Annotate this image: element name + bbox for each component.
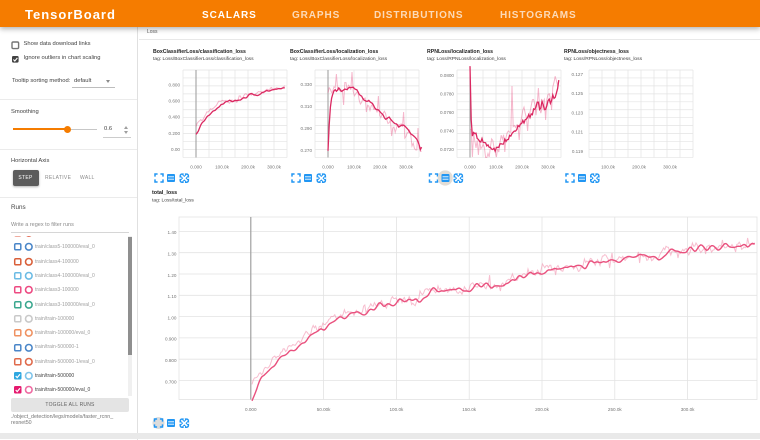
svg-text:0.900: 0.900 [165,337,177,342]
svg-text:0.119: 0.119 [572,149,584,154]
svg-text:0.000: 0.000 [464,165,476,170]
svg-text:300.0k: 300.0k [663,165,677,170]
svg-text:50.00k: 50.00k [317,407,331,412]
svg-text:100.0k: 100.0k [489,165,503,170]
svg-text:0.0720: 0.0720 [440,147,454,152]
svg-text:200.0k: 200.0k [241,165,255,170]
svg-text:0.00: 0.00 [171,147,180,152]
svg-text:0.600: 0.600 [169,99,181,104]
svg-text:100.0k: 100.0k [347,165,361,170]
svg-text:tag: Loss/RPNLoss/objectness_l: tag: Loss/RPNLoss/objectness_loss [564,56,643,62]
svg-text:0.0800: 0.0800 [440,73,454,78]
svg-text:0.123: 0.123 [572,110,584,115]
svg-text:tag: Loss/RPNLoss/localization: tag: Loss/RPNLoss/localization_loss [427,56,506,62]
svg-text:0.125: 0.125 [572,91,584,96]
svg-text:1.00: 1.00 [168,315,177,320]
svg-text:100.0k: 100.0k [215,165,229,170]
svg-text:0.800: 0.800 [165,358,177,363]
svg-text:300.0k: 300.0k [681,407,695,412]
svg-text:150.0k: 150.0k [462,407,476,412]
svg-text:tag: Loss/BoxClassifierLoss/lo: tag: Loss/BoxClassifierLoss/localization… [290,56,388,62]
svg-text:1.10: 1.10 [168,294,177,299]
svg-text:0.290: 0.290 [301,126,313,131]
svg-text:0.127: 0.127 [572,72,584,77]
svg-text:0.700: 0.700 [165,379,177,384]
svg-text:0.200: 0.200 [169,131,181,136]
svg-text:100.0k: 100.0k [601,165,615,170]
svg-text:tag: Loss/total_loss: tag: Loss/total_loss [152,198,194,204]
svg-text:0.400: 0.400 [169,115,181,120]
svg-text:0.800: 0.800 [169,82,181,87]
svg-text:BoxClassifierLoss/localization: BoxClassifierLoss/localization_loss [290,49,378,55]
svg-text:0.0740: 0.0740 [440,128,454,133]
svg-text:0.000: 0.000 [322,165,334,170]
svg-text:RPNLoss/localization_loss: RPNLoss/localization_loss [427,49,493,55]
svg-text:100.0k: 100.0k [390,407,404,412]
svg-text:300.0k: 300.0k [541,165,555,170]
svg-text:300.0k: 300.0k [399,165,413,170]
svg-text:1.40: 1.40 [168,230,177,235]
svg-text:0.000: 0.000 [190,165,202,170]
svg-text:tag: Loss/BoxClassifierLoss/cl: tag: Loss/BoxClassifierLoss/classificati… [153,56,254,62]
svg-text:Loss: Loss [147,29,158,35]
svg-text:200.0k: 200.0k [535,407,549,412]
svg-text:250.0k: 250.0k [608,407,622,412]
svg-text:300.0k: 300.0k [267,165,281,170]
svg-text:200.0k: 200.0k [373,165,387,170]
svg-text:200.0k: 200.0k [515,165,529,170]
svg-text:1.20: 1.20 [168,273,177,278]
svg-text:total_loss: total_loss [152,190,177,196]
svg-text:0.000: 0.000 [245,407,257,412]
svg-text:RPNLoss/objectness_loss: RPNLoss/objectness_loss [564,49,629,55]
svg-text:1.30: 1.30 [168,252,177,257]
svg-text:0.270: 0.270 [301,148,313,153]
svg-text:200.0k: 200.0k [632,165,646,170]
svg-text:0.0760: 0.0760 [440,110,454,115]
svg-text:0.330: 0.330 [301,82,313,87]
svg-text:BoxClassifierLoss/classificati: BoxClassifierLoss/classification_loss [153,49,246,55]
svg-text:0.310: 0.310 [301,104,313,109]
svg-text:0.0780: 0.0780 [440,91,454,96]
svg-text:0.121: 0.121 [572,130,584,135]
